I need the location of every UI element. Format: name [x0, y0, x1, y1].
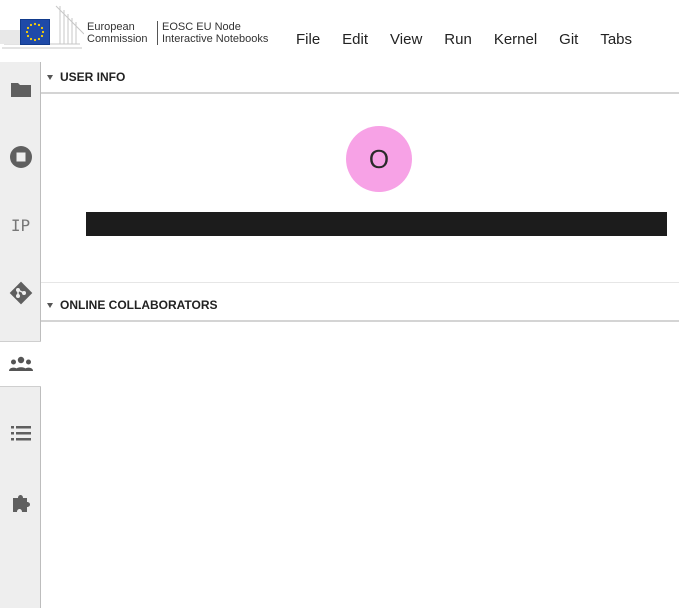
avatar: O: [346, 126, 412, 192]
collaborators-icon: [9, 356, 33, 371]
menu-view[interactable]: View: [379, 30, 433, 50]
extension-puzzle-icon: [12, 495, 30, 512]
menu-git[interactable]: Git: [548, 30, 589, 50]
user-info-title: USER INFO: [60, 70, 126, 84]
caret-down-icon: [47, 302, 53, 308]
side-panel: USER INFO O ONLINE COLLABORATORS: [41, 62, 679, 608]
top-bar: European Commission EOSC EU Node Interac…: [0, 0, 679, 62]
node-name: EOSC EU Node Interactive Notebooks: [157, 21, 268, 45]
stop-circle-icon: [9, 146, 32, 168]
organisation-name: European Commission: [87, 21, 148, 45]
sidebar-item-table-of-contents[interactable]: [0, 410, 41, 456]
org-line-1: European: [87, 21, 135, 33]
menu-tabs[interactable]: Tabs: [589, 30, 643, 50]
sidebar-item-extensions[interactable]: [0, 480, 41, 526]
user-info-header[interactable]: USER INFO: [41, 62, 679, 94]
menu-edit[interactable]: Edit: [331, 30, 379, 50]
caret-down-icon: [47, 74, 53, 80]
avatar-initial: O: [368, 143, 390, 174]
list-icon: [10, 426, 31, 441]
menu-kernel[interactable]: Kernel: [483, 30, 548, 50]
sidebar-item-git[interactable]: [0, 270, 41, 316]
sidebar-item-collaborators[interactable]: [0, 341, 42, 387]
main-menu-bar: File Edit View Run Kernel Git Tabs: [286, 30, 643, 50]
sidebar-item-file-browser[interactable]: [0, 66, 41, 112]
redacted-user-name: [86, 212, 667, 236]
node-line-1: EOSC EU Node: [162, 21, 241, 33]
eu-flag-icon: [20, 19, 50, 45]
divider: [41, 282, 679, 283]
ip-icon: IP: [10, 215, 31, 235]
menu-file[interactable]: File: [286, 30, 331, 50]
online-collaborators-header[interactable]: ONLINE COLLABORATORS: [41, 290, 679, 322]
left-sidebar: IP: [0, 62, 42, 608]
sidebar-item-running-kernels[interactable]: [0, 134, 41, 180]
git-icon: [9, 281, 32, 305]
online-collaborators-title: ONLINE COLLABORATORS: [60, 298, 218, 312]
menu-run[interactable]: Run: [433, 30, 483, 50]
sidebar-item-ip[interactable]: IP: [0, 202, 41, 248]
european-commission-logo: European Commission: [0, 0, 150, 62]
folder-icon: [10, 83, 31, 97]
org-line-2: Commission: [87, 33, 148, 45]
node-line-2: Interactive Notebooks: [162, 33, 269, 45]
